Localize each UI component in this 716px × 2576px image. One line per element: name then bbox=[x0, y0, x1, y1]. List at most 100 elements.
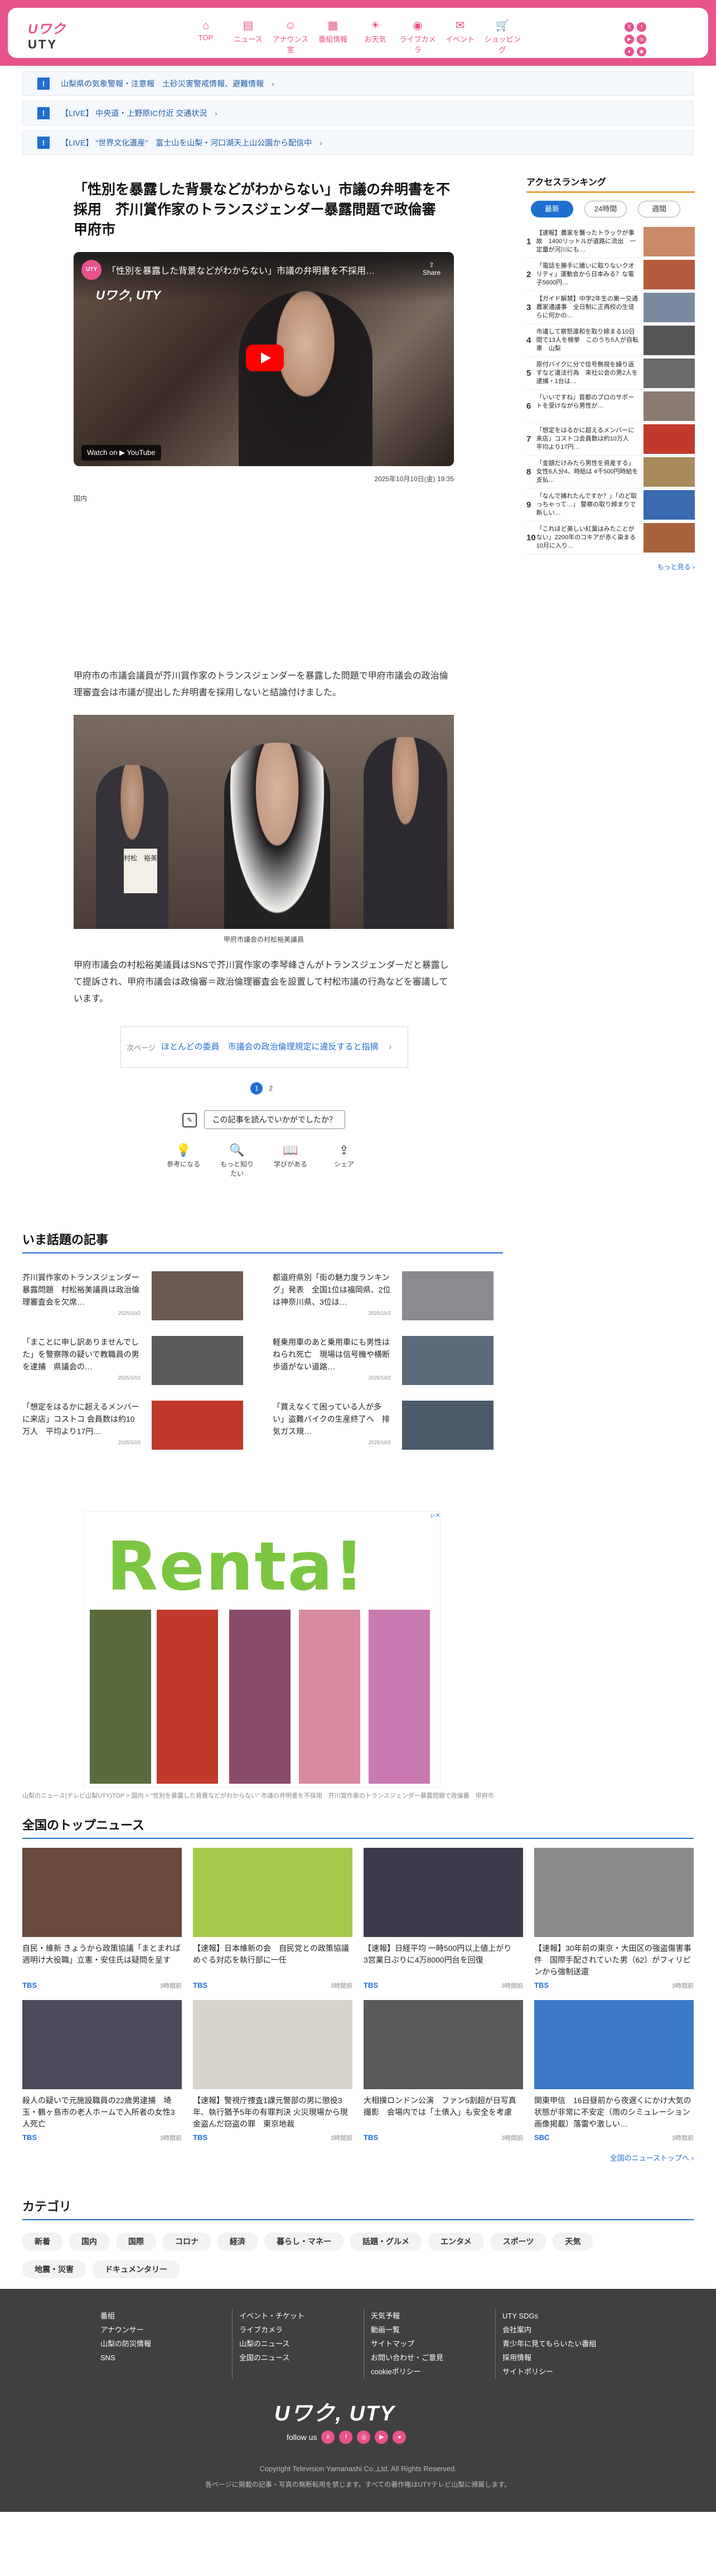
top-news-card[interactable]: 殺人の疑いで元施設職員の22歳男逮捕 埼玉・鶴ヶ島市の老人ホームで入所者の女性3… bbox=[22, 2000, 182, 2142]
social-icon[interactable]: f bbox=[637, 22, 646, 32]
trending-item[interactable]: 「まことに申し訳ありませんでした」を警察隊の疑いで教職員の男を逮捕 県議会の… 2… bbox=[22, 1329, 253, 1394]
category-chip[interactable]: 新着 bbox=[22, 2233, 62, 2250]
nav-item-1[interactable]: ▤ ニュース bbox=[229, 18, 268, 55]
trending-item[interactable]: 「買えなくて困っている人が多い」盗難バイクの生産終了へ 排気ガス規… 2025/1… bbox=[273, 1394, 503, 1459]
video-title[interactable]: 「性別を暴露した背景などがわからない」市議の弁明書を不採用… bbox=[107, 263, 408, 277]
category-chip[interactable]: 暮らし・マネー bbox=[264, 2233, 344, 2250]
advertisement[interactable]: ▷✕ Renta! bbox=[84, 1511, 441, 1788]
ranking-item[interactable]: 10 「これほど美しい紅葉はみたことがない」2200年のコキアが赤く染まる 10月… bbox=[526, 521, 695, 554]
reaction-button[interactable]: ⇪ シェア bbox=[325, 1141, 364, 1178]
category-chip[interactable]: コロナ bbox=[163, 2233, 211, 2250]
trending-item[interactable]: 「想定をはるかに超えるメンバーに来店」コストコ 会員数は約10万人 平均より17… bbox=[22, 1394, 253, 1459]
ranking-item[interactable]: 9 「なんで捕れたんですか？」「のど取っちゃって…」 警察の取り締まりで新しい… bbox=[526, 488, 695, 521]
nav-item-0[interactable]: ⌂ TOP bbox=[186, 18, 225, 55]
ranking-item[interactable]: 3 【ガイド解禁】中学2年生の第一交通農家通議事 全日制に正再校の生徒らに何かの… bbox=[526, 291, 695, 324]
channel-avatar[interactable]: UTY bbox=[81, 260, 101, 280]
top-news-more-link[interactable]: 全国のニューストップへ › bbox=[22, 2152, 694, 2163]
trending-item[interactable]: 都道府県別「街の魅力度ランキング」発表 全国1位は福岡県、2位は神奈川県、3位は… bbox=[273, 1265, 503, 1329]
nav-item-4[interactable]: ☀ お天気 bbox=[356, 18, 395, 55]
play-button[interactable] bbox=[246, 345, 284, 371]
footer-link[interactable]: 採用情報 bbox=[496, 2351, 627, 2365]
top-news-card[interactable]: 【速報】日本維新の会 自民党との政策協議めぐる対応を執行部に一任 TBS 3時間前 bbox=[193, 1848, 352, 1990]
article-category[interactable]: 国内 bbox=[74, 493, 454, 503]
alert-item[interactable]: ! 【LIVE】 中央道・上野原IC付近 交通状況 › bbox=[22, 101, 694, 125]
nav-item-3[interactable]: ▦ 番組情報 bbox=[313, 18, 352, 55]
next-page-link[interactable]: 次ページ ほとんどの委員 市議会の政治倫理規定に違反すると指摘 › bbox=[120, 1026, 408, 1068]
footer-link[interactable]: 全国のニュース bbox=[233, 2351, 364, 2365]
social-icon[interactable]: ● bbox=[625, 47, 634, 56]
nav-item-6[interactable]: ✉ イベント bbox=[441, 18, 480, 55]
ranking-item[interactable]: 1 【速報】農家を襲ったトラックが事故 1400リットルが道路に流出 一定量が河川… bbox=[526, 225, 695, 258]
social-icon[interactable]: ◉ bbox=[637, 47, 646, 56]
footer-link[interactable]: 山梨の防災情報 bbox=[100, 2337, 232, 2351]
alert-item[interactable]: ! 【LIVE】 "世界文化遺産" 富士山を山梨・河口湖天上山公園から配信中 › bbox=[22, 130, 694, 155]
footer-link[interactable]: 動画一覧 bbox=[364, 2323, 495, 2337]
social-icon[interactable]: f bbox=[339, 2430, 353, 2444]
top-news-card[interactable]: 【速報】日経平均 一時500円以上値上がり 3営業日ぶりに4万8000円台を回復… bbox=[364, 1848, 523, 1990]
nav-item-5[interactable]: ◉ ライブカメラ bbox=[398, 18, 437, 55]
tab-weekly[interactable]: 週間 bbox=[638, 201, 680, 217]
top-news-card[interactable]: 【速報】警視庁捜査1課元警部の男に懲役3年、執行猶予5年の有罪判決 火災現場から… bbox=[193, 2000, 352, 2142]
footer-link[interactable]: 天気予報 bbox=[364, 2309, 495, 2323]
category-chip[interactable]: エンタメ bbox=[428, 2233, 484, 2250]
nav-item-7[interactable]: 🛒 ショッピング bbox=[483, 18, 522, 55]
trending-item[interactable]: 軽乗用車のあと乗用車にも男性はねられ死亡 現場は信号機や横断歩道がない道路… 20… bbox=[273, 1329, 503, 1394]
site-logo[interactable]: Uワク UTY bbox=[28, 18, 72, 51]
top-news-card[interactable]: 大相撲ロンドン公演 ファン5割超が日写真撮影 会場内では「土俵入」も安全を考慮 T… bbox=[364, 2000, 523, 2142]
ranking-item[interactable]: 4 市議して察怒違和を取り締まる10日間で13人を検挙 このうち5人が自転車 山梨 bbox=[526, 324, 695, 357]
footer-link[interactable]: ライブカメラ bbox=[233, 2323, 364, 2337]
footer-link[interactable]: お問い合わせ・ご意見 bbox=[364, 2351, 495, 2365]
ranking-item[interactable]: 2 「電話を勝手に嬉いに取りないクオリティ」運動会から日本みる？な電子5600円… bbox=[526, 258, 695, 291]
footer-link[interactable]: サイトマップ bbox=[364, 2337, 495, 2351]
breadcrumb[interactable]: 山梨のニュース(テレビ山梨UTY)TOP > 国内 > "性別を暴露した背景など… bbox=[22, 1791, 580, 1800]
social-icon[interactable]: X bbox=[321, 2430, 335, 2444]
category-chip[interactable]: 経済 bbox=[217, 2233, 258, 2250]
category-chip[interactable]: 地震・災害 bbox=[22, 2260, 86, 2278]
footer-link[interactable]: 番組 bbox=[100, 2309, 232, 2323]
ranking-item[interactable]: 5 原付バイクに分で信号無視を繰り返すなど違法行為 来社公会の男2人を逮捕・1台は… bbox=[526, 357, 695, 390]
ranking-item[interactable]: 6 「いいですね」首都のプロのサポートを受けながら男性が… bbox=[526, 390, 695, 423]
footer-link[interactable]: cookieポリシー bbox=[364, 2365, 495, 2379]
share-button[interactable]: ⇪ Share bbox=[423, 261, 441, 277]
category-chip[interactable]: スポーツ bbox=[490, 2233, 546, 2250]
footer-link[interactable]: SNS bbox=[100, 2351, 232, 2365]
social-icon[interactable]: X bbox=[625, 22, 634, 32]
top-news-card[interactable]: 関東甲信 16日昼前から夜遅くにかけ大気の状態が非常に不安定（雨のシミュレーショ… bbox=[534, 2000, 694, 2142]
category-chip[interactable]: 国際 bbox=[116, 2233, 156, 2250]
category-chip[interactable]: 話題・グルメ bbox=[350, 2233, 422, 2250]
page-2[interactable]: 2 bbox=[265, 1082, 277, 1095]
reaction-button[interactable]: 💡 参考になる bbox=[164, 1141, 203, 1178]
footer-link[interactable]: UTY SDGs bbox=[496, 2309, 627, 2323]
reaction-button[interactable]: 📖 学びがある bbox=[271, 1141, 310, 1178]
social-icon[interactable]: ◎ bbox=[357, 2430, 371, 2444]
footer-link[interactable]: 山梨のニュース bbox=[233, 2337, 364, 2351]
social-icon[interactable]: ● bbox=[393, 2430, 407, 2444]
watch-on-youtube[interactable]: Watch on ▶ YouTube bbox=[81, 445, 161, 461]
category-chip[interactable]: 国内 bbox=[69, 2233, 109, 2250]
page-1[interactable]: 1 bbox=[250, 1082, 263, 1095]
top-news-card[interactable]: 自民・維新 きょうから政策協議「まとまれば週明け大役職」立憲・安住氏は疑問を呈す… bbox=[22, 1848, 182, 1990]
video-player[interactable]: UTY 「性別を暴露した背景などがわからない」市議の弁明書を不採用… ⇪ Shar… bbox=[74, 252, 454, 466]
footer-link[interactable]: 青少年に見てもらいたい番組 bbox=[496, 2337, 627, 2351]
footer-link[interactable]: 会社案内 bbox=[496, 2323, 627, 2337]
social-icon[interactable]: ▶ bbox=[625, 35, 634, 44]
social-icon[interactable]: ◎ bbox=[637, 35, 646, 44]
category-chip[interactable]: 天気 bbox=[553, 2233, 593, 2250]
tab-latest[interactable]: 最新 bbox=[531, 201, 573, 217]
nav-item-2[interactable]: ☺ アナウンス室 bbox=[271, 18, 310, 55]
footer-logo[interactable]: Uワク, UTY bbox=[274, 2396, 395, 2427]
footer-link[interactable]: アナウンサー bbox=[100, 2323, 232, 2337]
alert-item[interactable]: ! 山梨県の気象警報・注意報 土砂災害警戒情報、避難情報 › bbox=[22, 71, 694, 96]
ranking-item[interactable]: 7 「想定をはるかに超えるメンバーに来店」コストコ会員数は約10万人 平均より17… bbox=[526, 423, 695, 456]
ranking-item[interactable]: 8 「金額だけみたら男性を資産する」女性6人分4、時給は 4千500円時給を支払… bbox=[526, 456, 695, 488]
footer-link[interactable]: サイトポリシー bbox=[496, 2365, 627, 2379]
social-icon[interactable]: ▶ bbox=[375, 2430, 389, 2444]
tab-24h[interactable]: 24時間 bbox=[584, 201, 627, 217]
trending-item[interactable]: 芥川賞作家のトランスジェンダー暴露問題 村松裕美議員は政治倫理審査会を欠席… 20… bbox=[22, 1265, 253, 1329]
ranking-more-link[interactable]: もっと見る › bbox=[526, 562, 695, 572]
reaction-button[interactable]: 🔍 もっと知りたい bbox=[217, 1141, 257, 1178]
ad-choices-icon[interactable]: ▷✕ bbox=[431, 1513, 440, 1519]
footer-link[interactable]: イベント・チケット bbox=[233, 2309, 364, 2323]
category-chip[interactable]: ドキュメンタリー bbox=[93, 2260, 180, 2278]
top-news-card[interactable]: 【速報】30年前の東京・大田区の強盗傷害事件 国際手配されていた男（62）がフィ… bbox=[534, 1848, 694, 1990]
